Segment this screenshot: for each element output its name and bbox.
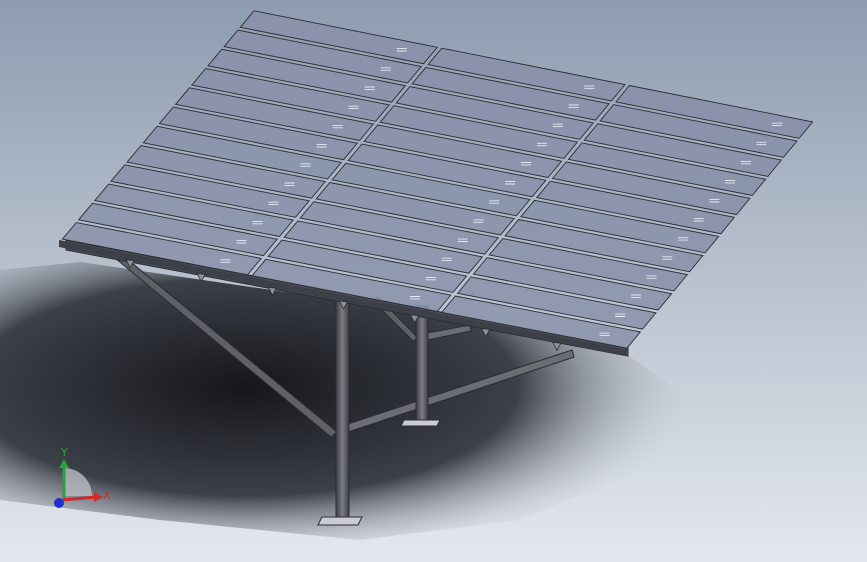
y-axis-label: Y (60, 446, 68, 459)
x-axis-label: X (103, 489, 111, 502)
z-axis-indicator (54, 498, 64, 508)
rear-post (415, 305, 429, 423)
cad-viewport[interactable]: Y X (0, 0, 867, 562)
front-post-baseplate (317, 516, 363, 526)
solar-mount-model-view: Y X (0, 0, 867, 562)
front-post (335, 295, 350, 519)
rear-post-baseplate (400, 419, 441, 427)
